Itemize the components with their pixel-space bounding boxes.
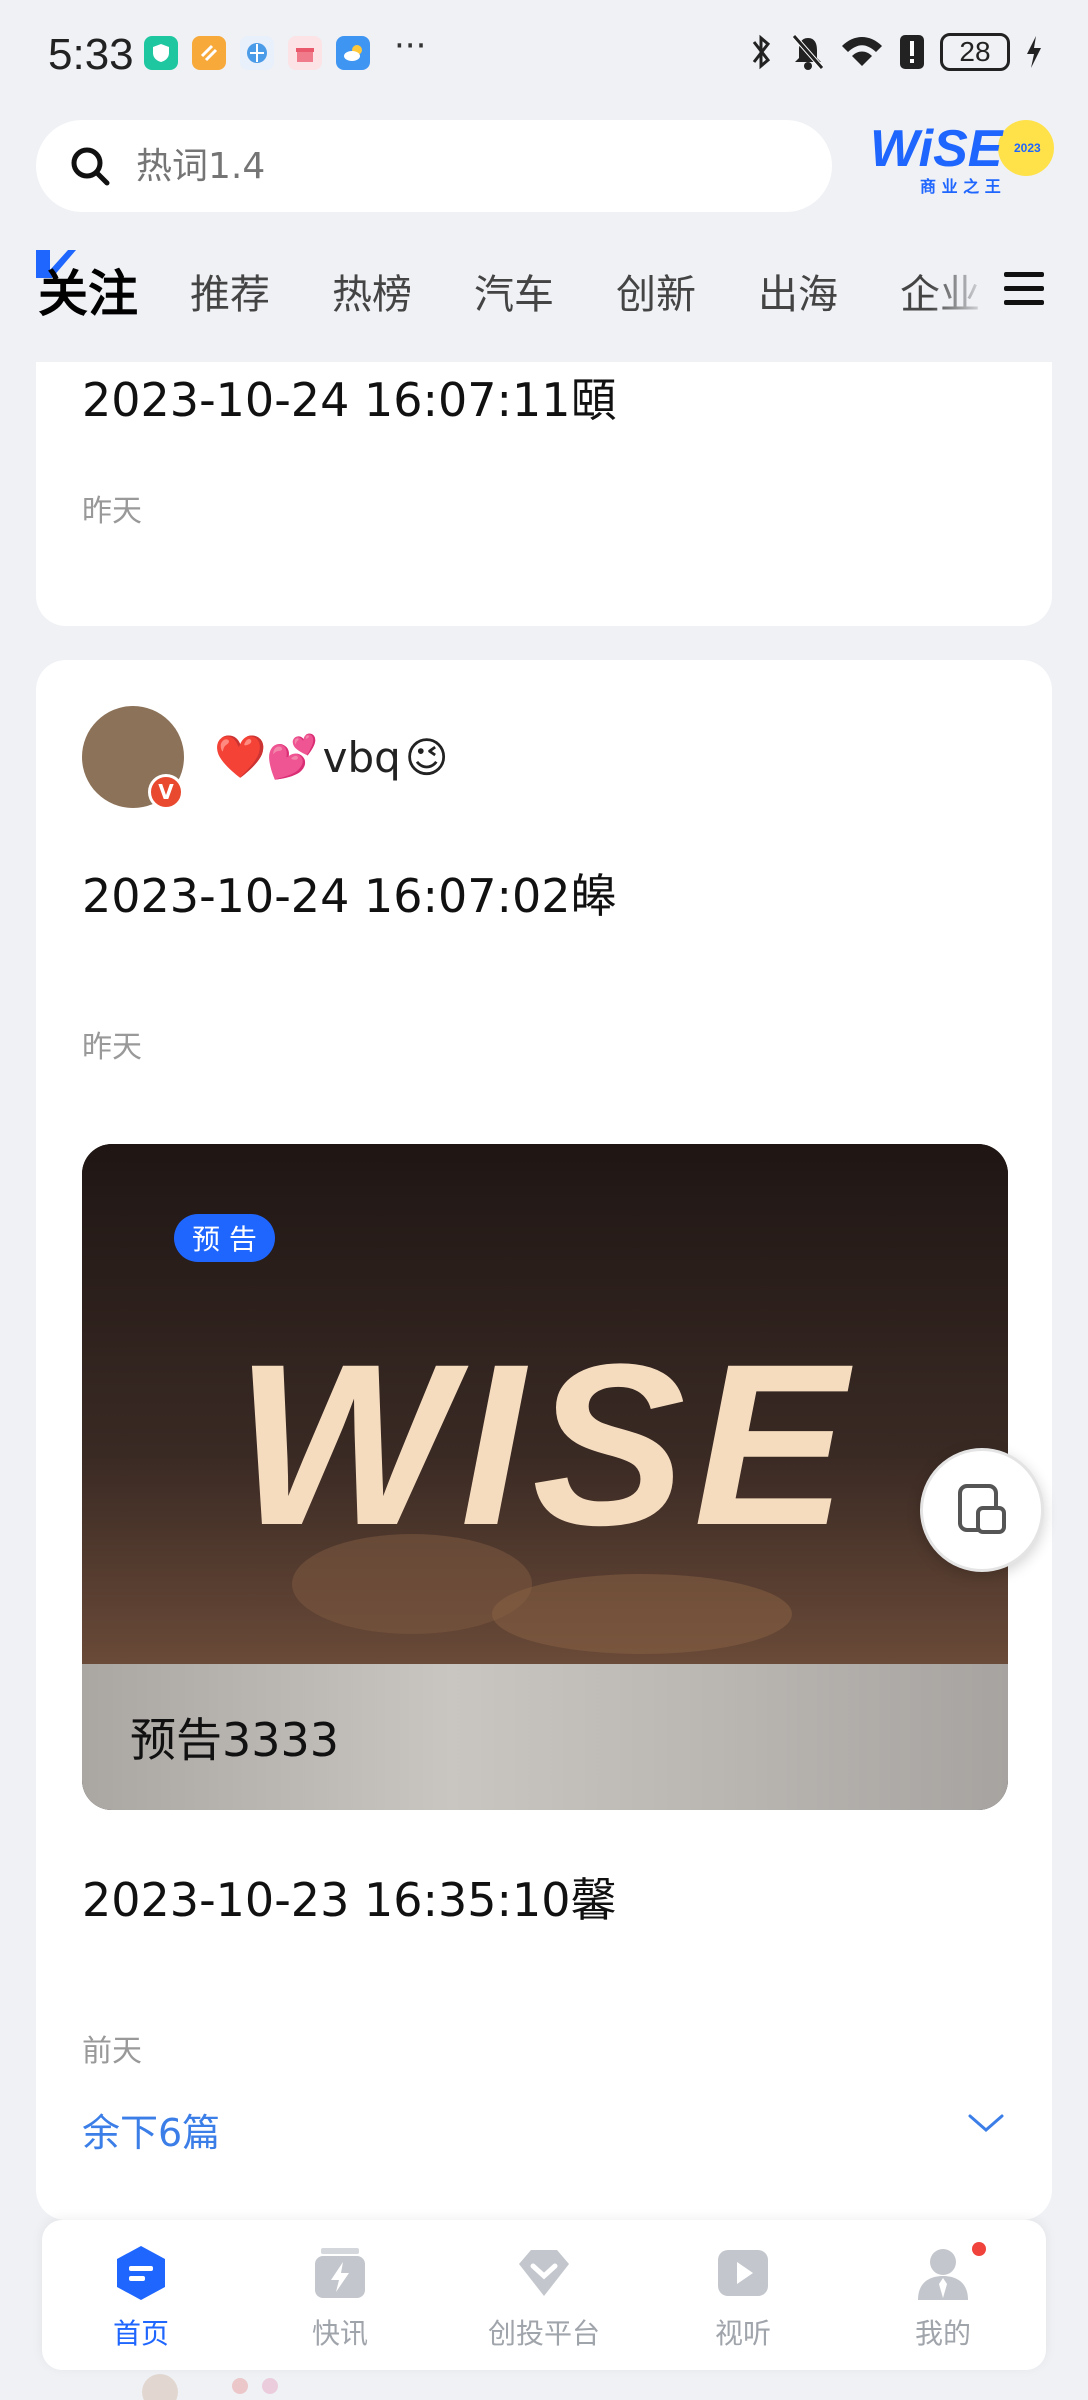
flash-news-icon bbox=[315, 2248, 365, 2298]
wise-logo[interactable]: WiSE 2023 商 业 之 王 bbox=[868, 116, 1058, 200]
media-caption-bar: 预告3333 bbox=[82, 1664, 1008, 1810]
post-text: 2023-10-24 16:07:02皞 bbox=[82, 869, 617, 923]
nav-venture-platform[interactable]: 创投平台 bbox=[459, 2244, 629, 2352]
floating-window-button[interactable] bbox=[920, 1448, 1044, 1572]
media-card[interactable]: WISE 预 告 预告3333 bbox=[82, 1144, 1008, 1810]
cloud-app-icon bbox=[336, 36, 370, 70]
copy-window-icon bbox=[958, 1484, 1006, 1534]
bottom-navigation: 首页 快讯 创投平台 视听 我的 bbox=[42, 2220, 1046, 2370]
tab-recommend[interactable]: 推荐 bbox=[190, 262, 270, 320]
notification-badge bbox=[972, 2242, 986, 2256]
search-icon bbox=[71, 147, 110, 186]
search-bar[interactable] bbox=[36, 120, 832, 212]
wifi-icon bbox=[842, 37, 882, 66]
profile-icon bbox=[918, 2249, 968, 2300]
nav-label: 快讯 bbox=[311, 2317, 368, 2350]
logo-year: 2023 bbox=[1014, 141, 1041, 155]
show-remaining-link[interactable]: 余下6篇 bbox=[82, 2102, 220, 2157]
nav-flash-news[interactable]: 快讯 bbox=[255, 2244, 425, 2352]
peek-next-card bbox=[142, 2374, 278, 2400]
orange-app-icon bbox=[192, 36, 226, 70]
nav-video[interactable]: 视听 bbox=[658, 2244, 828, 2352]
status-app-icons bbox=[144, 36, 370, 70]
username-text: vbq bbox=[322, 732, 401, 782]
charging-icon bbox=[1027, 36, 1041, 68]
alert-icon bbox=[900, 35, 924, 69]
nav-label: 首页 bbox=[112, 2317, 169, 2350]
tab-follow[interactable]: 关注 bbox=[38, 254, 138, 326]
menu-icon[interactable] bbox=[1002, 270, 1046, 308]
channel-tabs: 关注 推荐 热榜 汽车 创新 出海 企业 bbox=[0, 250, 1088, 340]
shield-app-icon bbox=[144, 36, 178, 70]
tab-auto[interactable]: 汽车 bbox=[474, 262, 554, 320]
status-system-icons: 28 bbox=[746, 32, 1044, 72]
tab-innovation[interactable]: 创新 bbox=[616, 262, 696, 320]
search-input[interactable] bbox=[136, 145, 736, 187]
media-image-text: WISE bbox=[235, 1316, 855, 1573]
username-emoji-end: 😉 bbox=[404, 732, 449, 782]
tab-overseas[interactable]: 出海 bbox=[758, 262, 838, 320]
post-time: 昨天 bbox=[82, 1030, 142, 1065]
nav-label: 视听 bbox=[714, 2317, 771, 2350]
venture-platform-icon bbox=[519, 2250, 569, 2296]
username-emojis: ❤️💕 bbox=[214, 732, 319, 781]
bluetooth-icon bbox=[752, 34, 771, 70]
status-more-indicator: ··· bbox=[394, 26, 427, 66]
media-tag-badge: 预 告 bbox=[174, 1214, 275, 1262]
username[interactable]: ❤️💕 vbq 😉 bbox=[214, 732, 449, 782]
video-play-icon bbox=[718, 2250, 768, 2296]
post-text: 2023-10-23 16:35:10馨 bbox=[82, 1873, 617, 1927]
feed-card[interactable]: V ❤️💕 vbq 😉 2023-10-24 16:07:02皞 昨天 WISE… bbox=[36, 660, 1052, 2220]
browser-app-icon bbox=[240, 36, 274, 70]
nav-home[interactable]: 首页 bbox=[56, 2244, 226, 2352]
home-icon bbox=[117, 2246, 165, 2300]
feed-card[interactable]: 2023-10-24 16:07:11頤 昨天 bbox=[36, 362, 1052, 626]
battery-indicator: 28 bbox=[940, 33, 1010, 71]
nav-label: 我的 bbox=[914, 2317, 971, 2350]
mute-icon bbox=[792, 34, 824, 70]
status-time: 5:33 bbox=[48, 30, 134, 79]
post-time: 昨天 bbox=[82, 494, 142, 529]
logo-text: WiSE bbox=[870, 120, 1004, 178]
verified-badge: V bbox=[148, 774, 184, 810]
gift-app-icon bbox=[288, 36, 322, 70]
post-time: 前天 bbox=[82, 2034, 142, 2069]
post-text: 2023-10-24 16:07:11頤 bbox=[82, 373, 617, 427]
nav-label: 创投平台 bbox=[487, 2317, 600, 2350]
logo-subtitle: 商 业 之 王 bbox=[920, 177, 1001, 196]
tab-fade-overlay bbox=[930, 250, 990, 340]
nav-profile[interactable]: 我的 bbox=[858, 2242, 1028, 2352]
chevron-down-icon[interactable] bbox=[966, 2108, 1006, 2138]
tab-hot-list[interactable]: 热榜 bbox=[332, 262, 412, 320]
media-caption: 预告3333 bbox=[130, 1713, 340, 1767]
status-bar: 5:33 ··· 28 bbox=[0, 0, 1088, 110]
feed-list: 2023-10-24 16:07:11頤 昨天 V ❤️💕 vbq 😉 2023… bbox=[0, 362, 1088, 2222]
